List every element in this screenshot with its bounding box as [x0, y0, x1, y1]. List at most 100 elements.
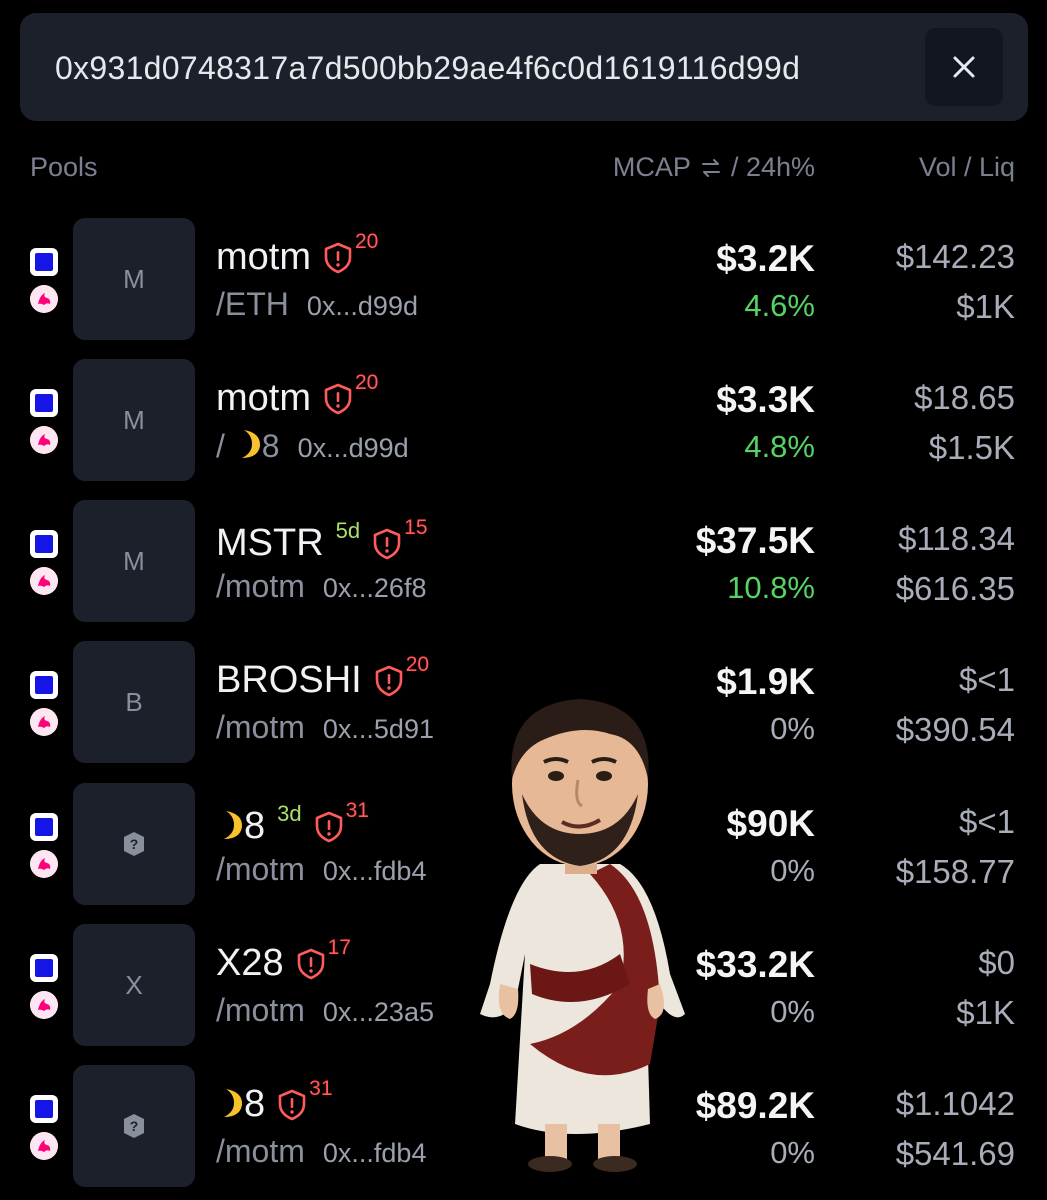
- pool-address[interactable]: 0x...fdb4: [323, 856, 427, 887]
- pair-line: /motm 0x...26f8: [216, 568, 426, 605]
- crescent-moon-icon: [224, 1089, 243, 1117]
- shield-icon: [373, 528, 401, 560]
- pair-token: /motm: [216, 568, 305, 604]
- uniswap-icon: [30, 850, 58, 878]
- chain-badge: [30, 530, 58, 558]
- price-change-24h: 0%: [770, 711, 815, 746]
- pool-address[interactable]: 0x...d99d: [298, 433, 409, 464]
- risk-score: 31: [345, 799, 369, 822]
- volume: $<1: [959, 803, 1015, 840]
- uniswap-icon: [30, 991, 58, 1019]
- risk-indicator[interactable]: 17: [296, 936, 351, 980]
- token-name: motm: [216, 236, 311, 278]
- liquidity: $1K: [956, 288, 1015, 325]
- pool-row[interactable]: M MSTR 5d 15 /motm 0x...26f8 $37.5K 10.8…: [0, 500, 1047, 622]
- volume: $<1: [959, 661, 1015, 698]
- uniswap-icon: [30, 567, 58, 595]
- token-thumbnail[interactable]: M: [73, 218, 195, 340]
- chain-badge: [30, 954, 58, 982]
- header-mcap[interactable]: MCAP / 24h%: [613, 152, 815, 183]
- risk-score: 31: [309, 1077, 333, 1100]
- dex-badge: [30, 708, 58, 736]
- pool-address[interactable]: 0x...26f8: [323, 573, 427, 604]
- search-input[interactable]: 0x931d0748317a7d500bb29ae4f6c0d1619116d9…: [55, 50, 800, 87]
- market-cap: $1.9K: [716, 661, 815, 702]
- dex-badge: [30, 426, 58, 454]
- pair-line: /motm 0x...5d91: [216, 709, 434, 746]
- token-initial: X: [125, 969, 143, 1000]
- risk-score: 17: [327, 936, 351, 959]
- token-name-line: MSTR 5d 15: [216, 516, 428, 564]
- volume: $118.34: [898, 520, 1015, 557]
- chain-badge: [30, 389, 58, 417]
- token-thumbnail[interactable]: M: [73, 359, 195, 481]
- search-bar: 0x931d0748317a7d500bb29ae4f6c0d1619116d9…: [20, 13, 1028, 121]
- risk-indicator[interactable]: 31: [277, 1077, 333, 1121]
- risk-indicator[interactable]: 20: [374, 653, 429, 697]
- price-change-24h: 4.8%: [744, 429, 815, 464]
- pool-row[interactable]: M motm 20 / 8 0x...d99d $3.3K 4.8% $18.6…: [0, 359, 1047, 481]
- clear-search-button[interactable]: [925, 28, 1003, 106]
- token-initial: M: [123, 263, 145, 294]
- token-name: motm: [216, 377, 311, 419]
- token-thumbnail[interactable]: ?: [73, 1065, 195, 1187]
- market-cap: $3.2K: [716, 238, 815, 279]
- unknown-token-icon: ?: [124, 1114, 144, 1138]
- risk-indicator[interactable]: 20: [323, 230, 378, 274]
- crescent-moon-icon: [241, 430, 260, 458]
- close-icon: [953, 56, 975, 78]
- svg-text:?: ?: [130, 1118, 139, 1134]
- risk-score: 15: [404, 516, 428, 539]
- shield-icon: [375, 665, 403, 697]
- volume: $142.23: [895, 238, 1015, 275]
- pool-address[interactable]: 0x...5d91: [323, 714, 434, 745]
- swap-icon[interactable]: [699, 157, 723, 179]
- svg-text:?: ?: [130, 836, 139, 852]
- character-illustration: [480, 699, 685, 1172]
- liquidity: $541.69: [895, 1135, 1015, 1172]
- pair-token: /motm: [216, 851, 305, 887]
- pair-token: /ETH: [216, 286, 289, 322]
- token-name: 8: [216, 1083, 265, 1125]
- token-thumbnail[interactable]: M: [73, 500, 195, 622]
- pool-address[interactable]: 0x...fdb4: [323, 1138, 427, 1169]
- risk-indicator[interactable]: 20: [323, 371, 378, 415]
- token-thumbnail[interactable]: B: [73, 641, 195, 763]
- uniswap-icon: [30, 285, 58, 313]
- pair-line: /motm 0x...fdb4: [216, 1133, 426, 1170]
- token-initial: M: [123, 545, 145, 576]
- shield-icon: [278, 1089, 306, 1121]
- pair-token: /motm: [216, 1133, 305, 1169]
- price-change-24h: 0%: [770, 1135, 815, 1170]
- liquidity: $390.54: [895, 711, 1015, 748]
- risk-indicator[interactable]: 31: [314, 799, 369, 843]
- crescent-moon-icon: [224, 811, 243, 839]
- shield-icon: [315, 811, 342, 843]
- uniswap-icon: [30, 426, 58, 454]
- header-vol-liq: Vol / Liq: [918, 152, 1015, 182]
- pair-token: /motm: [216, 992, 305, 1028]
- pool-age: 3d: [277, 801, 302, 826]
- shield-icon: [324, 242, 352, 274]
- pool-address[interactable]: 0x...d99d: [307, 291, 418, 322]
- pool-address[interactable]: 0x...23a5: [323, 997, 434, 1028]
- pair-line: /motm 0x...23a5: [216, 992, 434, 1029]
- uniswap-icon: [30, 708, 58, 736]
- dex-badge: [30, 1132, 58, 1160]
- token-name-line: 8 3d 31: [216, 799, 369, 847]
- chain-badge: [30, 671, 58, 699]
- pair-token: /motm: [216, 709, 305, 745]
- header-mcap-label: MCAP: [612, 152, 691, 182]
- volume: $1.1042: [895, 1085, 1015, 1122]
- risk-indicator[interactable]: 15: [372, 516, 428, 560]
- risk-score: 20: [355, 371, 379, 394]
- shield-icon: [324, 383, 352, 415]
- token-name-line: BROSHI 20: [216, 653, 429, 701]
- header-pools: Pools: [30, 152, 98, 182]
- pair-token: / 8: [216, 428, 280, 464]
- pool-row[interactable]: M motm 20 /ETH 0x...d99d $3.2K 4.6% $142…: [0, 218, 1047, 340]
- token-thumbnail[interactable]: ?: [73, 783, 195, 905]
- token-thumbnail[interactable]: X: [73, 924, 195, 1046]
- pair-line: /ETH 0x...d99d: [216, 286, 418, 323]
- token-name: X28: [216, 942, 284, 984]
